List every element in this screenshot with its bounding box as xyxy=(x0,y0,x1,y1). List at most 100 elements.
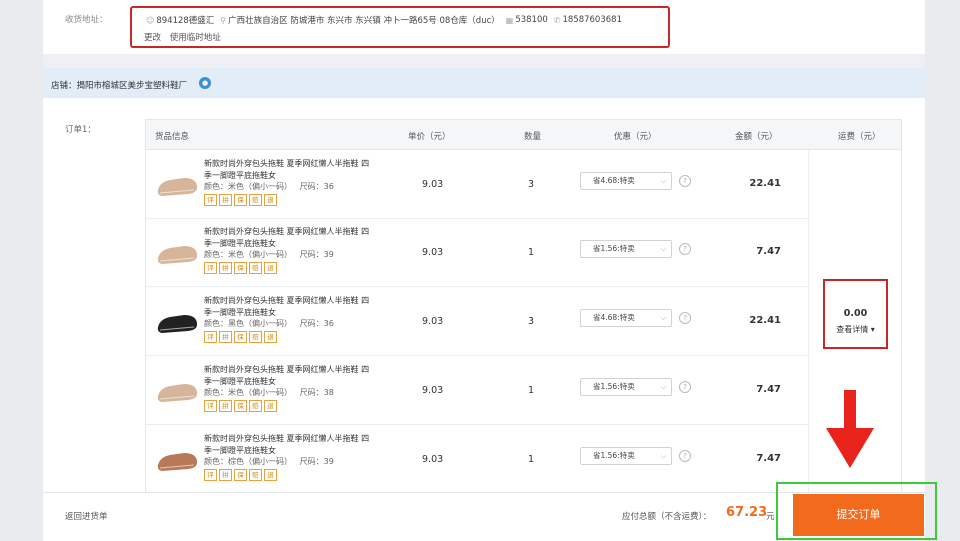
product-size: 尺码：36 xyxy=(299,319,334,328)
quantity: 1 xyxy=(528,454,535,465)
line-amount: 7.47 xyxy=(756,246,781,257)
discount-select[interactable]: 省1.56:特卖 ⌵ xyxy=(580,240,672,258)
table-row: 新款时尚外穿包头拖鞋 夏季网红懒人半拖鞋 四季一脚蹬平底拖鞋女 颜色：黑色（偏小… xyxy=(146,287,808,356)
product-color: 颜色：黑色（偏小一码） xyxy=(204,319,292,328)
address-label: 收货地址： xyxy=(65,15,108,25)
discount-value: 省4.68:特卖 xyxy=(593,176,635,185)
product-name[interactable]: 新款时尚外穿包头拖鞋 夏季网红懒人半拖鞋 四季一脚蹬平底拖鞋女 xyxy=(204,158,374,182)
quantity: 1 xyxy=(528,385,535,396)
location: ⚲ 广西壮族自治区 防城港市 东兴市 东兴镇 冲卜一路65号 08仓库（duc） xyxy=(220,14,500,27)
address-box: ☺ 894128德盛汇 ⚲ 广西壮族自治区 防城港市 东兴市 东兴镇 冲卜一路65号… xyxy=(130,6,670,48)
recipient-name: 894128德盛汇 xyxy=(156,16,215,26)
line-amount: 7.47 xyxy=(756,453,781,464)
product-spec: 颜色：米色（偏小一码） 尺码：38 xyxy=(204,387,334,398)
product-spec: 颜色：棕色（偏小一码） 尺码：39 xyxy=(204,456,334,467)
red-arrow-down-icon xyxy=(826,390,874,468)
table-row: 新款时尚外穿包头拖鞋 夏季网红懒人半拖鞋 四季一脚蹬平底拖鞋女 颜色：米色（偏小… xyxy=(146,150,808,219)
shipping-amount: 0.00 xyxy=(843,308,868,319)
location-pin-icon: ⚲ xyxy=(220,15,227,25)
service-badges: 评拼保赔退 xyxy=(204,194,277,206)
header-amount: 金额（元） xyxy=(735,132,778,142)
unit-price: 9.03 xyxy=(422,385,444,396)
change-address-link[interactable]: 更改 xyxy=(144,33,161,43)
location-text: 广西壮族自治区 防城港市 东兴市 东兴镇 冲卜一路65号 08仓库（duc） xyxy=(228,16,500,26)
table-header: 货品信息 单价（元） 数量 优惠（元） 金额（元） 运费（元） xyxy=(146,120,901,150)
header-shipping: 运费（元） xyxy=(838,132,881,142)
table-row: 新款时尚外穿包头拖鞋 夏季网红懒人半拖鞋 四季一脚蹬平底拖鞋女 颜色：棕色（偏小… xyxy=(146,425,808,494)
shipping-detail-link[interactable]: 查看详情 ▾ xyxy=(825,324,886,335)
total-unit: 元 xyxy=(766,512,775,522)
service-badge: 评 xyxy=(204,194,217,206)
product-name[interactable]: 新款时尚外穿包头拖鞋 夏季网红懒人半拖鞋 四季一脚蹬平底拖鞋女 xyxy=(204,364,374,388)
product-thumbnail[interactable] xyxy=(154,303,200,339)
unit-price: 9.03 xyxy=(422,454,444,465)
person-icon: ☺ xyxy=(146,15,155,25)
service-badge: 评 xyxy=(204,262,217,274)
postcode: ▦ 538100 xyxy=(506,14,548,26)
line-amount: 22.41 xyxy=(749,315,781,326)
service-badge: 赔 xyxy=(249,262,262,274)
service-badge: 评 xyxy=(204,331,217,343)
unit-price: 9.03 xyxy=(422,179,444,190)
postcode-text: 538100 xyxy=(515,15,548,25)
unit-price: 9.03 xyxy=(422,316,444,327)
product-spec: 颜色：米色（偏小一码） 尺码：36 xyxy=(204,181,334,192)
header-product: 货品信息 xyxy=(155,132,190,142)
product-name[interactable]: 新款时尚外穿包头拖鞋 夏季网红懒人半拖鞋 四季一脚蹬平底拖鞋女 xyxy=(204,295,374,319)
recipient: ☺ 894128德盛汇 xyxy=(146,14,215,27)
discount-select[interactable]: 省4.68:特卖 ⌵ xyxy=(580,172,672,190)
header-discount: 优惠（元） xyxy=(614,132,657,142)
service-badge: 赔 xyxy=(249,194,262,206)
discount-value: 省1.56:特卖 xyxy=(593,382,635,391)
product-name[interactable]: 新款时尚外穿包头拖鞋 夏季网红懒人半拖鞋 四季一脚蹬平底拖鞋女 xyxy=(204,226,374,250)
section-gap xyxy=(43,54,925,68)
line-amount: 7.47 xyxy=(756,384,781,395)
help-icon[interactable]: ? xyxy=(679,312,691,324)
help-icon[interactable]: ? xyxy=(679,450,691,462)
service-badge: 拼 xyxy=(219,194,232,206)
product-name[interactable]: 新款时尚外穿包头拖鞋 夏季网红懒人半拖鞋 四季一脚蹬平底拖鞋女 xyxy=(204,433,374,457)
address-links: 更改 使用临时地址 xyxy=(144,31,227,43)
store-bar: 店铺：揭阳市榕城区美步宝塑料鞋厂 ● xyxy=(43,68,925,98)
order-label: 订单1： xyxy=(65,125,96,135)
line-amount: 22.41 xyxy=(749,178,781,189)
product-thumbnail[interactable] xyxy=(154,166,200,202)
help-icon[interactable]: ? xyxy=(679,175,691,187)
phone-text: 18587603681 xyxy=(562,15,622,25)
service-badge: 退 xyxy=(264,331,277,343)
help-icon[interactable]: ? xyxy=(679,243,691,255)
table-row: 新款时尚外穿包头拖鞋 夏季网红懒人半拖鞋 四季一脚蹬平底拖鞋女 颜色：米色（偏小… xyxy=(146,218,808,287)
chevron-down-icon: ⌵ xyxy=(660,383,666,391)
service-badge: 退 xyxy=(264,400,277,412)
service-badge: 赔 xyxy=(249,400,262,412)
chat-icon[interactable]: ● xyxy=(199,77,211,89)
product-color: 颜色：米色（偏小一码） xyxy=(204,182,292,191)
product-color: 颜色：米色（偏小一码） xyxy=(204,250,292,259)
service-badge: 退 xyxy=(264,469,277,481)
service-badge: 拼 xyxy=(219,469,232,481)
product-thumbnail[interactable] xyxy=(154,372,200,408)
discount-select[interactable]: 省1.56:特卖 ⌵ xyxy=(580,447,672,465)
store-name[interactable]: 店铺：揭阳市榕城区美步宝塑料鞋厂 xyxy=(51,79,187,91)
product-size: 尺码：39 xyxy=(299,250,334,259)
total-label: 应付总额（不含运费）： xyxy=(622,512,712,522)
discount-select[interactable]: 省4.68:特卖 ⌵ xyxy=(580,309,672,327)
product-thumbnail[interactable] xyxy=(154,441,200,477)
order-table: 货品信息 单价（元） 数量 优惠（元） 金额（元） 运费（元） 新款时尚外穿包头… xyxy=(145,119,902,494)
product-color: 颜色：米色（偏小一码） xyxy=(204,388,292,397)
phone: ✆ 18587603681 xyxy=(554,14,622,26)
discount-select[interactable]: 省1.56:特卖 ⌵ xyxy=(580,378,672,396)
chevron-down-icon: ⌵ xyxy=(660,314,666,322)
service-badge: 评 xyxy=(204,400,217,412)
back-to-cart-link[interactable]: 返回进货单 xyxy=(65,510,108,522)
product-spec: 颜色：黑色（偏小一码） 尺码：36 xyxy=(204,318,334,329)
temp-address-link[interactable]: 使用临时地址 xyxy=(170,33,221,43)
service-badge: 退 xyxy=(264,194,277,206)
service-badges: 评拼保赔退 xyxy=(204,331,277,343)
service-badge: 保 xyxy=(234,262,247,274)
discount-value: 省1.56:特卖 xyxy=(593,244,635,253)
submit-order-button[interactable]: 提交订单 xyxy=(793,494,924,536)
help-icon[interactable]: ? xyxy=(679,381,691,393)
phone-icon: ✆ xyxy=(553,15,561,25)
product-thumbnail[interactable] xyxy=(154,234,200,270)
